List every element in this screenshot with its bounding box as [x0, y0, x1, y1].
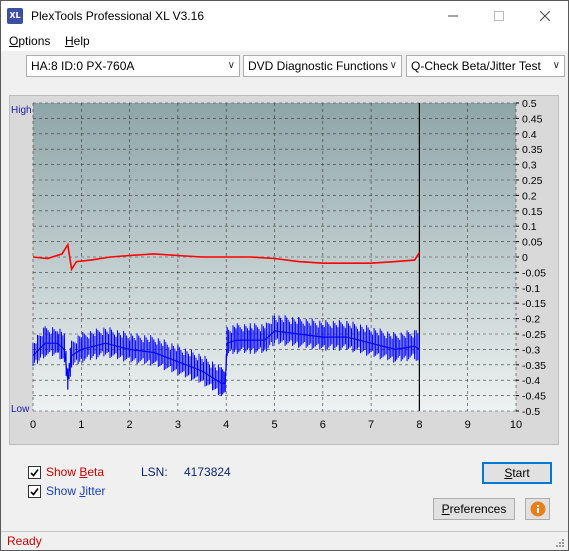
show-beta-label-prefix: Show	[46, 465, 80, 479]
menu-options[interactable]: Options	[9, 34, 50, 48]
y-tick-label: -0.2	[522, 314, 540, 326]
chevron-down-icon: ∨	[389, 60, 397, 71]
x-tick-label: 10	[510, 419, 522, 431]
y-tick-label: -0.05	[522, 267, 546, 279]
resize-grip-icon[interactable]	[555, 538, 565, 548]
minimize-icon	[448, 15, 458, 17]
app-logo-icon: XL	[7, 8, 23, 24]
y-tick-label: -0.45	[522, 391, 546, 403]
lsn-value: 4173824	[184, 465, 231, 479]
y-tick-label: -0.4	[522, 375, 540, 387]
drive-select-value: HA:8 ID:0 PX-760A	[31, 59, 135, 73]
y-label-low: Low	[11, 404, 30, 415]
x-tick-label: 3	[175, 419, 181, 431]
maximize-button[interactable]	[476, 1, 522, 31]
start-label: tart	[512, 466, 530, 480]
show-jitter-label: Show Jitter	[46, 484, 105, 498]
chevron-down-icon: ∨	[227, 60, 235, 71]
close-button[interactable]	[522, 1, 568, 31]
test-select-value: Q-Check Beta/Jitter Test	[411, 59, 541, 73]
y-tick-label: -0.3	[522, 344, 540, 356]
controls-panel: Show Beta Show Jitter LSN: 4173824 Start…	[9, 451, 559, 529]
menu-options-mnemonic: O	[9, 34, 19, 48]
start-button[interactable]: Start	[482, 462, 552, 484]
x-tick-label: 5	[271, 419, 277, 431]
y-tick-label: -0.5	[522, 406, 540, 418]
y-tick-label: 0.25	[522, 175, 543, 187]
test-select[interactable]: Q-Check Beta/Jitter Test ∨	[406, 55, 565, 77]
menu-help-label: elp	[73, 34, 90, 48]
app-window: XL PlexTools Professional XL V3.16 Optio…	[0, 0, 569, 551]
show-beta-label: Show Beta	[46, 465, 104, 479]
menu-bar: Options Help	[1, 31, 568, 51]
x-tick-label: 7	[368, 419, 374, 431]
window-title: PlexTools Professional XL V3.16	[31, 9, 204, 23]
x-tick-label: 8	[416, 419, 422, 431]
x-tick-label: 2	[127, 419, 133, 431]
x-tick-label: 0	[30, 419, 36, 431]
y-tick-label: -0.15	[522, 298, 546, 310]
y-tick-label: 0	[522, 252, 528, 264]
beta-jitter-chart: 0.5 0.45 0.4 0.35 0.3 0.25 0.2 0.15 0.1 0.05 0 -0.0…	[11, 98, 546, 431]
y-tick-label: -0.35	[522, 360, 546, 372]
x-tick-label: 6	[320, 419, 326, 431]
y-tick-label: 0.1	[522, 221, 537, 233]
chart-panel: 0.5 0.45 0.4 0.35 0.3 0.25 0.2 0.15 0.1 0.05 0 -0.0…	[9, 95, 559, 445]
preferences-mnemonic: P	[441, 502, 450, 516]
show-jitter-checkbox[interactable]	[28, 484, 41, 498]
show-jitter-checkbox-row[interactable]: Show Jitter	[28, 483, 105, 499]
show-beta-checkbox[interactable]	[28, 465, 41, 479]
show-beta-checkbox-row[interactable]: Show Beta	[28, 464, 104, 480]
y-tick-label: 0.2	[522, 190, 537, 202]
function-select[interactable]: DVD Diagnostic Functions ∨	[243, 55, 402, 77]
y-tick-label: 0.3	[522, 160, 537, 172]
menu-options-label: ptions	[18, 34, 51, 48]
title-bar: XL PlexTools Professional XL V3.16	[1, 1, 568, 31]
y-tick-label: 0.05	[522, 237, 543, 249]
show-jitter-label-rest: itter	[85, 484, 106, 498]
function-select-value: DVD Diagnostic Functions	[248, 59, 389, 73]
y-tick-label: -0.1	[522, 283, 540, 295]
x-tick-label: 1	[78, 419, 84, 431]
minimize-button[interactable]	[430, 1, 476, 31]
drive-select[interactable]: HA:8 ID:0 PX-760A ∨	[26, 55, 240, 77]
toolbar: HA:8 ID:0 PX-760A ∨ DVD Diagnostic Funct…	[1, 51, 568, 81]
x-tick-label: 9	[465, 419, 471, 431]
y-tick-label: 0.4	[522, 129, 537, 141]
menu-help[interactable]: Help	[65, 34, 90, 48]
show-beta-label-rest: eta	[87, 465, 105, 479]
info-icon	[530, 501, 545, 517]
y-tick-label: 0.35	[522, 144, 543, 156]
status-text: Ready	[7, 534, 42, 548]
y-tick-label: -0.25	[522, 329, 546, 341]
maximize-icon	[494, 11, 504, 21]
x-tick-label: 4	[223, 419, 229, 431]
preferences-button[interactable]: Preferences	[433, 498, 515, 520]
preferences-label: references	[449, 502, 507, 516]
y-tick-label: 0.45	[522, 113, 543, 125]
checkmark-icon	[30, 468, 39, 477]
menu-help-mnemonic: H	[65, 34, 74, 48]
y-label-high: High	[11, 105, 32, 116]
show-jitter-label-prefix: Show	[46, 484, 80, 498]
lsn-label: LSN:	[141, 465, 168, 479]
chevron-down-icon: ∨	[552, 60, 560, 71]
close-icon	[540, 11, 550, 21]
info-button[interactable]	[525, 498, 550, 520]
checkmark-icon	[30, 487, 39, 496]
y-tick-label: 0.5	[522, 98, 537, 110]
status-bar: Ready	[1, 531, 568, 550]
y-tick-label: 0.15	[522, 206, 543, 218]
